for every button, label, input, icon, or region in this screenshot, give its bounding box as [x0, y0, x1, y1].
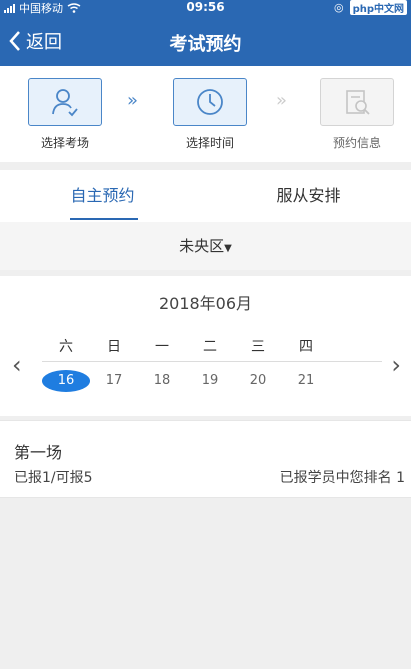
booking-tabs: 自主预约 服从安排 — [0, 170, 411, 222]
step-icon-box — [28, 78, 102, 126]
double-chevron-icon: » — [127, 90, 139, 111]
header-bar: 中国移动 09:56 ◎ php中文网 返回 考试预约 — [0, 0, 411, 66]
weekday-label: 日 — [107, 339, 121, 355]
step-select-time[interactable]: 选择时间 — [171, 78, 249, 151]
caret-down-icon: ▼ — [224, 243, 232, 254]
session-card[interactable]: 第一场 已报1/可报5 已报学员中您排名 1 — [0, 420, 411, 498]
step-label: 选择时间 — [185, 136, 234, 150]
session-quota: 已报1/可报5 — [14, 470, 93, 486]
weekday-label: 三 — [251, 339, 265, 355]
step-select-venue[interactable]: 选择考场 — [26, 78, 104, 151]
step-booking-info: 预约信息 — [318, 78, 396, 151]
weekday-label: 一 — [155, 339, 169, 355]
weekday-label: 六 — [59, 339, 73, 355]
weekday-label: 二 — [203, 339, 217, 355]
person-icon — [52, 89, 78, 117]
tab-self-booking[interactable]: 自主预约 — [0, 170, 205, 222]
step-label: 预约信息 — [332, 136, 381, 150]
document-search-icon — [346, 90, 370, 115]
nav-bar: 返回 考试预约 — [0, 22, 411, 62]
status-bar: 中国移动 09:56 ◎ php中文网 — [0, 0, 411, 15]
status-right: ◎ php中文网 — [334, 0, 407, 15]
date-row: 16 17 18 19 20 21 — [42, 370, 382, 392]
page-title: 考试预约 — [169, 34, 242, 55]
weekday-row: 六 日 一 二 三 四 — [42, 336, 382, 356]
area-label: 未央区 — [179, 237, 225, 255]
step-progress: 选择考场 » 选择时间 » 预约信息 — [0, 66, 411, 162]
date-cell[interactable]: 18 — [138, 370, 186, 392]
step-icon-box — [173, 78, 247, 126]
area-dropdown[interactable]: 未央区▼ — [0, 222, 411, 270]
date-selected: 16 — [42, 370, 90, 392]
active-tab-indicator — [70, 218, 138, 220]
date-cell[interactable]: 19 — [186, 370, 234, 392]
divider — [42, 361, 382, 362]
date-picker: 2018年06月 ‹ › 六 日 一 二 三 四 16 17 18 19 20 … — [0, 276, 411, 416]
chevron-left-icon[interactable]: ‹ — [12, 351, 22, 379]
weekday-label: 四 — [299, 339, 313, 355]
session-rank: 已报学员中您排名 1 — [279, 470, 405, 486]
watermark-logo: php中文网 — [349, 0, 407, 15]
month-label: 2018年06月 — [158, 294, 253, 313]
tab-assigned[interactable]: 服从安排 — [206, 170, 411, 222]
step-icon-box — [320, 78, 394, 126]
date-cell-selected[interactable]: 16 — [42, 370, 90, 392]
date-cell[interactable]: 21 — [282, 370, 330, 392]
step-label: 选择考场 — [40, 136, 89, 150]
double-chevron-icon: » — [276, 90, 288, 111]
date-cell[interactable]: 20 — [234, 370, 282, 392]
clock-icon — [197, 89, 223, 115]
lock-icon: ◎ — [333, 1, 344, 14]
date-cell[interactable]: 17 — [90, 370, 138, 392]
session-title: 第一场 — [14, 443, 63, 462]
chevron-right-icon[interactable]: › — [391, 351, 401, 379]
